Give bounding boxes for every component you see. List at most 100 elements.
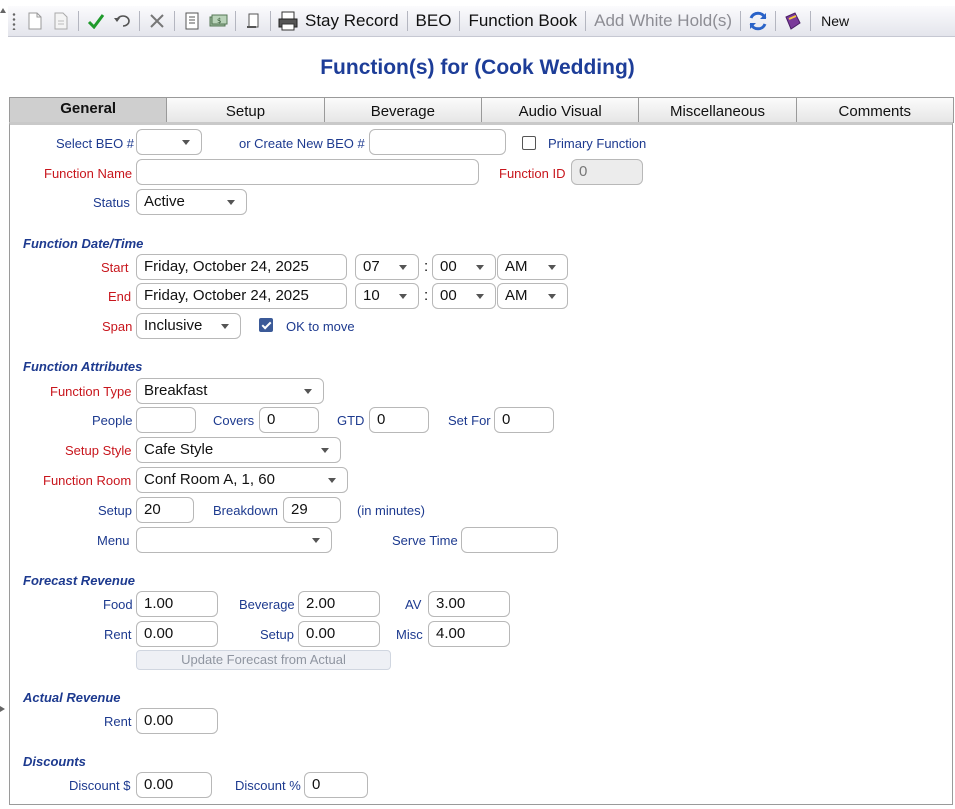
start-minute-dropdown[interactable]: 00 <box>432 254 496 280</box>
tab-setup[interactable]: Setup <box>167 97 325 123</box>
save-check-icon[interactable] <box>83 8 109 34</box>
tab-miscellaneous[interactable]: Miscellaneous <box>639 97 797 123</box>
new-button[interactable]: New <box>815 13 855 29</box>
select-beo-dropdown[interactable] <box>136 129 202 155</box>
select-beo-label: Select BEO # <box>56 136 135 151</box>
update-forecast-button[interactable]: Update Forecast from Actual <box>136 650 391 670</box>
start-ampm-dropdown[interactable]: AM <box>497 254 568 280</box>
setup-minutes-input[interactable]: 20 <box>136 497 194 523</box>
delete-x-icon[interactable] <box>144 8 170 34</box>
toolbar-separator <box>174 11 175 31</box>
forecast-setup-label: Setup <box>260 627 294 642</box>
forecast-food-label: Food <box>103 597 133 612</box>
setup-minutes-label: Setup <box>98 503 132 518</box>
people-input[interactable] <box>136 407 196 433</box>
tab-audio-visual[interactable]: Audio Visual <box>481 97 640 123</box>
serve-time-label: Serve Time <box>392 533 458 548</box>
ok-to-move-label: OK to move <box>286 319 355 334</box>
forecast-rent-input[interactable]: 0.00 <box>136 621 218 647</box>
page-title: Function(s) for (Cook Wedding) <box>320 56 635 79</box>
forecast-beverage-label: Beverage <box>239 597 295 612</box>
report-icon[interactable] <box>179 8 205 34</box>
function-id-field: 0 <box>571 159 643 185</box>
tab-comments[interactable]: Comments <box>796 97 954 123</box>
gtd-label: GTD <box>337 413 365 428</box>
toolbar: $ Stay Record BEO Function Book Add Whit… <box>8 6 955 37</box>
set-for-input[interactable]: 0 <box>494 407 554 433</box>
function-type-dropdown[interactable]: Breakfast <box>136 378 324 404</box>
end-hour-dropdown[interactable]: 10 <box>355 283 419 309</box>
forecast-rent-label: Rent <box>104 627 132 642</box>
in-minutes-note: (in minutes) <box>357 503 425 518</box>
undo-icon[interactable] <box>109 8 135 34</box>
scroll-up-arrow-icon <box>0 8 6 13</box>
stay-record-button[interactable]: Stay Record <box>301 11 403 31</box>
toolbar-separator <box>139 11 140 31</box>
end-label: End <box>108 289 132 304</box>
status-label: Status <box>93 195 130 210</box>
forecast-setup-input[interactable]: 0.00 <box>298 621 380 647</box>
serve-time-input[interactable] <box>461 527 558 553</box>
discount-amount-label: Discount $ <box>69 778 131 793</box>
toolbar-separator <box>810 11 812 31</box>
setup-style-label: Setup Style <box>65 443 132 458</box>
primary-function-checkbox[interactable] <box>522 136 536 150</box>
end-minute-dropdown[interactable]: 00 <box>432 283 496 309</box>
forecast-misc-input[interactable]: 4.00 <box>428 621 510 647</box>
add-white-hold-button[interactable]: Add White Hold(s) <box>590 11 736 31</box>
gtd-input[interactable]: 0 <box>369 407 429 433</box>
end-ampm-dropdown[interactable]: AM <box>497 283 568 309</box>
function-name-label: Function Name <box>44 166 133 181</box>
start-time-colon: : <box>424 258 429 275</box>
scroll-document-icon[interactable] <box>240 8 266 34</box>
function-attributes-heading: Function Attributes <box>23 359 143 374</box>
create-beo-label: or Create New BEO # <box>239 136 365 151</box>
menu-dropdown[interactable] <box>136 527 332 553</box>
copy-document-icon[interactable] <box>48 8 74 34</box>
forecast-av-input[interactable]: 3.00 <box>428 591 510 617</box>
toolbar-separator <box>235 11 236 31</box>
setup-style-dropdown[interactable]: Cafe Style <box>136 437 341 463</box>
tab-general[interactable]: General <box>9 97 168 123</box>
span-dropdown[interactable]: Inclusive <box>136 313 241 339</box>
covers-input[interactable]: 0 <box>259 407 319 433</box>
start-date-input[interactable]: Friday, October 24, 2025 <box>136 254 347 280</box>
printer-icon[interactable] <box>275 8 301 34</box>
new-document-icon[interactable] <box>22 8 48 34</box>
toolbar-grip-icon <box>11 12 17 30</box>
span-label: Span <box>102 319 133 334</box>
breakdown-label: Breakdown <box>213 503 279 518</box>
breakdown-input[interactable]: 29 <box>283 497 341 523</box>
create-beo-input[interactable] <box>369 129 506 155</box>
collapse-arrow-icon <box>0 706 5 712</box>
toolbar-separator <box>459 11 461 31</box>
actual-rent-label: Rent <box>104 714 132 729</box>
forecast-food-input[interactable]: 1.00 <box>136 591 218 617</box>
ok-to-move-checkbox[interactable] <box>259 318 273 332</box>
function-type-label: Function Type <box>50 384 132 399</box>
money-icon[interactable]: $ <box>205 8 231 34</box>
function-book-button[interactable]: Function Book <box>464 11 581 31</box>
function-room-dropdown[interactable]: Conf Room A, 1, 60 <box>136 467 348 493</box>
book-icon[interactable] <box>780 8 806 34</box>
actual-rent-input[interactable]: 0.00 <box>136 708 218 734</box>
menu-label: Menu <box>97 533 130 548</box>
forecast-revenue-heading: Forecast Revenue <box>23 573 135 588</box>
forecast-beverage-input[interactable]: 2.00 <box>298 591 380 617</box>
toolbar-separator <box>78 11 79 31</box>
function-name-input[interactable] <box>136 159 479 185</box>
forecast-av-label: AV <box>405 597 422 612</box>
start-hour-dropdown[interactable]: 07 <box>355 254 419 280</box>
discount-amount-input[interactable]: 0.00 <box>136 772 212 798</box>
discount-percent-label: Discount % <box>235 778 301 793</box>
function-id-label: Function ID <box>499 166 566 181</box>
people-label: People <box>92 413 133 428</box>
status-dropdown[interactable]: Active <box>136 189 247 215</box>
end-date-input[interactable]: Friday, October 24, 2025 <box>136 283 347 309</box>
refresh-icon[interactable] <box>745 8 771 34</box>
toolbar-separator <box>585 11 587 31</box>
svg-text:$: $ <box>217 17 221 25</box>
tab-beverage[interactable]: Beverage <box>324 97 482 123</box>
beo-button[interactable]: BEO <box>412 11 456 31</box>
discount-percent-input[interactable]: 0 <box>304 772 368 798</box>
